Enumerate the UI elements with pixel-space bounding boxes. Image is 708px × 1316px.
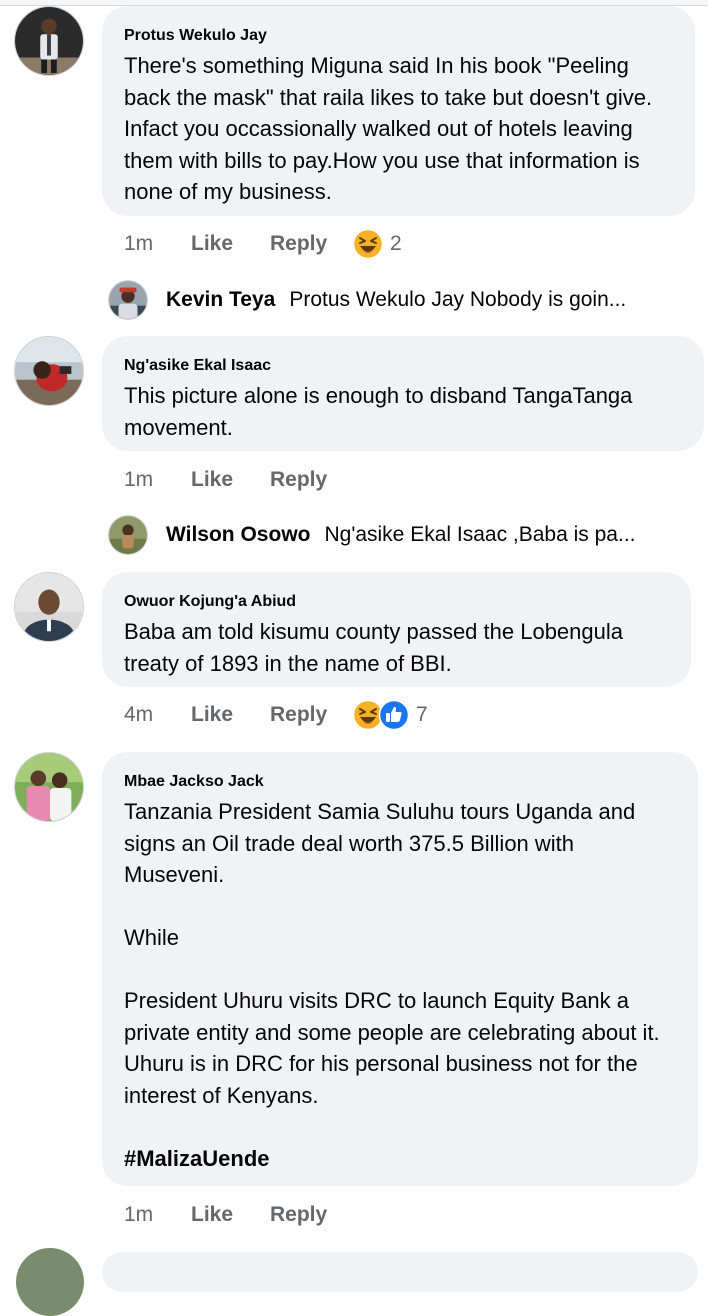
comment-paragraph: There's something Miguna said In his boo… (124, 53, 653, 204)
avatar[interactable] (16, 1248, 84, 1316)
comment-actions: 1m Like Reply 2 (124, 228, 402, 260)
comment-bubble: Mbae Jackso Jack Tanzania President Sami… (102, 752, 698, 1186)
comment-text: Tanzania President Samia Suluhu tours Ug… (124, 796, 676, 1174)
comment-timestamp[interactable]: 1m (124, 1203, 191, 1227)
reply-preview[interactable]: Kevin Teya Protus Wekulo Jay Nobody is g… (108, 279, 626, 321)
reply-button[interactable]: Reply (270, 468, 352, 492)
comment-author[interactable]: Protus Wekulo Jay (124, 26, 673, 46)
avatar-image (15, 753, 83, 821)
reply-preview[interactable]: Wilson Osowo Ng'asike Ekal Isaac ,Baba i… (108, 514, 636, 556)
comment-bubble: Protus Wekulo Jay There's something Migu… (102, 6, 695, 216)
comment-paragraph: President Uhuru visits DRC to launch Equ… (124, 988, 660, 1108)
reaction-count: 2 (390, 232, 402, 255)
avatar[interactable] (14, 336, 84, 406)
comment-bubble (102, 1252, 698, 1292)
comment-paragraph: While (124, 925, 180, 950)
avatar-image (15, 7, 83, 75)
avatar (108, 515, 148, 555)
hashtag-link[interactable]: #MalizaUende (124, 1143, 676, 1175)
reactions-summary[interactable]: 2 (352, 228, 402, 260)
reactions-summary[interactable]: 7 (352, 699, 428, 731)
avatar-image (15, 337, 83, 405)
comment-author[interactable]: Mbae Jackso Jack (124, 772, 676, 792)
comment-text: There's something Miguna said In his boo… (124, 50, 673, 208)
comment-timestamp[interactable]: 1m (124, 468, 191, 492)
like-button[interactable]: Like (191, 703, 270, 727)
comment-actions: 1m Like Reply (124, 1200, 352, 1230)
reply-snippet: Protus Wekulo Jay Nobody is goin... (289, 288, 627, 311)
avatar-image (15, 573, 83, 641)
comment-bubble: Owuor Kojung'a Abiud Baba am told kisumu… (102, 572, 691, 687)
comment-timestamp[interactable]: 4m (124, 703, 191, 727)
comment-text: This picture alone is enough to disband … (124, 380, 682, 443)
reply-author[interactable]: Wilson Osowo (166, 523, 310, 547)
comment-author[interactable]: Owuor Kojung'a Abiud (124, 592, 669, 612)
haha-emoji-icon (352, 228, 384, 260)
avatar-image (109, 516, 147, 554)
reply-button[interactable]: Reply (270, 703, 352, 727)
like-button[interactable]: Like (191, 468, 270, 492)
avatar[interactable] (14, 752, 84, 822)
comment-timestamp[interactable]: 1m (124, 232, 191, 256)
avatar-image (109, 281, 147, 319)
like-button[interactable]: Like (191, 1203, 270, 1227)
comment-paragraph: This picture alone is enough to disband … (124, 383, 633, 440)
avatar (108, 280, 148, 320)
reaction-count: 7 (416, 703, 428, 726)
like-button[interactable]: Like (191, 232, 270, 256)
comment-text: Baba am told kisumu county passed the Lo… (124, 616, 669, 679)
reply-button[interactable]: Reply (270, 232, 352, 256)
comment-bubble: Ng'asike Ekal Isaac This picture alone i… (102, 336, 704, 451)
comment-actions: 4m Like Reply 7 (124, 699, 428, 731)
avatar[interactable] (14, 6, 84, 76)
comment-author[interactable]: Ng'asike Ekal Isaac (124, 356, 682, 376)
reply-snippet: Ng'asike Ekal Isaac ,Baba is pa... (324, 523, 636, 546)
comment-actions: 1m Like Reply (124, 465, 352, 495)
like-thumb-icon (378, 699, 410, 731)
reply-button[interactable]: Reply (270, 1203, 352, 1227)
avatar[interactable] (14, 572, 84, 642)
comment-paragraph: Baba am told kisumu county passed the Lo… (124, 619, 623, 676)
comment-paragraph: Tanzania President Samia Suluhu tours Ug… (124, 799, 636, 887)
reply-author[interactable]: Kevin Teya (166, 288, 275, 312)
